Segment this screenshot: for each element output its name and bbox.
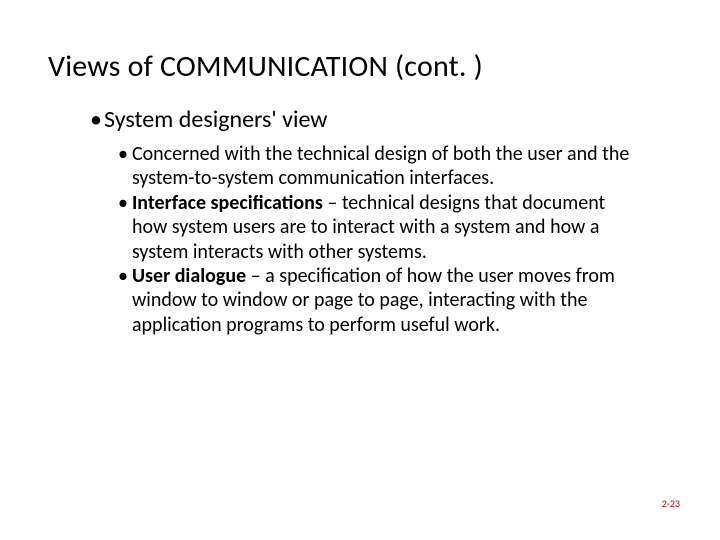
- bullet-icon: •: [118, 264, 128, 337]
- list-item-text: User dialogue – a specification of how t…: [132, 264, 638, 337]
- slide: Views of COMMUNICATION (cont. ) •System …: [0, 0, 720, 540]
- list-item: • Concerned with the technical design of…: [118, 142, 638, 191]
- list-item-text: Interface specifications – technical des…: [132, 191, 638, 264]
- level2-list: • Concerned with the technical design of…: [118, 142, 638, 337]
- level1-text: System designers' view: [104, 105, 328, 134]
- list-item: • User dialogue – a specification of how…: [118, 264, 638, 337]
- term-bold: User dialogue: [132, 264, 246, 288]
- list-item: • Interface specifications – technical d…: [118, 191, 638, 264]
- slide-title: Views of COMMUNICATION (cont. ): [48, 48, 483, 85]
- term-bold: Interface specifications: [132, 191, 323, 215]
- level1-heading: •System designers' view: [90, 105, 327, 134]
- bullet-icon: •: [118, 191, 128, 264]
- bullet-icon: •: [118, 142, 128, 191]
- list-item-text: Concerned with the technical design of b…: [132, 142, 638, 191]
- bullet-icon: •: [90, 105, 102, 134]
- page-number: 2-23: [662, 497, 680, 510]
